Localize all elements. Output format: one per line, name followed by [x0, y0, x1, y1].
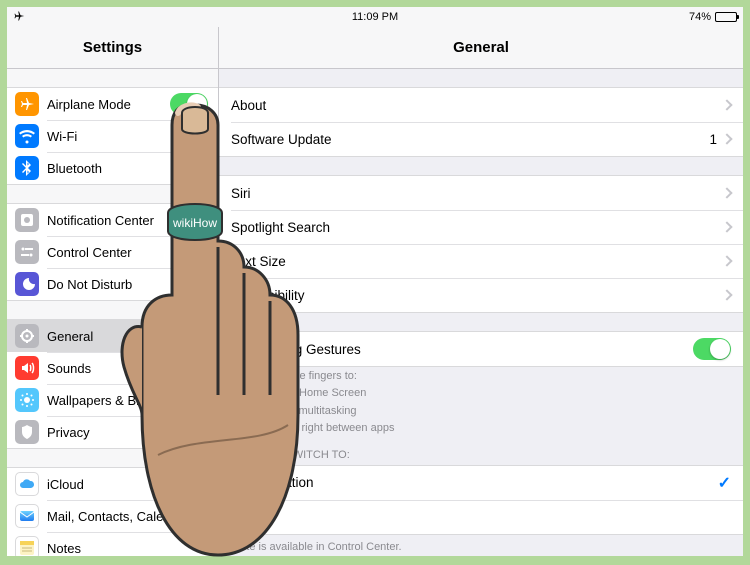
detail-row-accessibility[interactable]: Accessibility	[219, 278, 743, 312]
sidebar-item-bluetooth[interactable]: Bluetooth	[7, 152, 218, 184]
badge: 1	[185, 327, 204, 345]
sidebar-item-airplane-mode[interactable]: Airplane Mode	[7, 88, 218, 120]
detail-row-siri[interactable]: Siri	[219, 176, 743, 210]
sidebar-item-label: Airplane Mode	[47, 97, 170, 112]
battery-icon	[715, 12, 737, 22]
notification-icon	[15, 208, 39, 232]
detail-pane: General About Software Update1 Siri Spotlig…	[219, 27, 743, 556]
detail-row-label: Mute	[231, 509, 731, 524]
chevron-right-icon	[721, 221, 732, 232]
wallpaper-icon	[15, 388, 39, 412]
detail-row-about[interactable]: About	[219, 88, 743, 122]
device-frame: 11:09 PM 74% Settings Airplane Mode Wi-Fi…	[7, 7, 743, 556]
mail-icon	[15, 504, 39, 528]
detail-row-label: About	[231, 98, 717, 113]
airplane-icon	[15, 92, 39, 116]
section-desc: • Pinch to the Home Screen	[219, 384, 743, 401]
sidebar-item-do-not-disturb[interactable]: Do Not Disturb	[7, 268, 218, 300]
detail-row-multitasking-gestures[interactable]: Multitasking Gestures	[219, 332, 743, 366]
detail-row-label: Text Size	[231, 254, 717, 269]
sidebar-item-label: Wallpapers & Brightness	[47, 393, 208, 408]
sidebar-item-label: Notification Center	[47, 213, 208, 228]
detail-row-mute[interactable]: Mute	[219, 500, 743, 534]
control-icon	[15, 240, 39, 264]
sidebar-item-general[interactable]: General1	[7, 320, 218, 352]
sounds-icon	[15, 356, 39, 380]
detail-row-software-update[interactable]: Software Update1	[219, 122, 743, 156]
sidebar-item-label: General	[47, 329, 185, 344]
sidebar-item-sounds[interactable]: Sounds	[7, 352, 218, 384]
badge: 1	[709, 132, 717, 147]
section-footer: Mute is available in Control Center.	[219, 535, 743, 553]
chevron-right-icon	[721, 255, 732, 266]
chevron-right-icon	[721, 187, 732, 198]
chevron-right-icon	[721, 289, 732, 300]
detail-title: General	[219, 27, 743, 69]
sidebar-item-wi-fi[interactable]: Wi-Fi	[7, 120, 218, 152]
sidebar-item-label: Mail, Contacts, Calendars	[47, 509, 208, 524]
icloud-icon	[15, 472, 39, 496]
sidebar-item-label: Control Center	[47, 245, 208, 260]
sidebar-item-control-center[interactable]: Control Center	[7, 236, 218, 268]
sidebar-list[interactable]: Airplane Mode Wi-Fi Bluetooth Notification …	[7, 69, 218, 556]
privacy-icon	[15, 420, 39, 444]
detail-row-label: Multitasking Gestures	[231, 342, 693, 357]
sidebar-item-label: Bluetooth	[47, 161, 208, 176]
sidebar-item-label: Sounds	[47, 361, 208, 376]
sidebar-item-icloud[interactable]: iCloud	[7, 468, 218, 500]
general-icon	[15, 324, 39, 348]
detail-row-label: Software Update	[231, 132, 709, 147]
settings-sidebar: Settings Airplane Mode Wi-Fi Bluetooth Noti…	[7, 27, 219, 556]
sidebar-item-label: Notes	[47, 541, 208, 556]
section-desc: Use four or five fingers to:	[219, 367, 743, 384]
detail-list[interactable]: About Software Update1 Siri Spotlight Searc…	[219, 69, 743, 556]
sidebar-item-label: Wi-Fi	[47, 129, 208, 144]
sidebar-item-mail-contacts-calendars[interactable]: Mail, Contacts, Calendars	[7, 500, 218, 532]
notes-icon	[15, 536, 39, 556]
sidebar-item-wallpapers-brightness[interactable]: Wallpapers & Brightness	[7, 384, 218, 416]
sidebar-item-privacy[interactable]: Privacy	[7, 416, 218, 448]
wifi-icon	[15, 124, 39, 148]
detail-row-label: Accessibility	[231, 288, 717, 303]
detail-row-text-size[interactable]: Text Size	[219, 244, 743, 278]
toggle-airplane-mode[interactable]	[170, 93, 208, 115]
detail-row-label: Siri	[231, 186, 717, 201]
chevron-right-icon	[721, 99, 732, 110]
chevron-right-icon	[721, 133, 732, 144]
sidebar-item-label: iCloud	[47, 477, 208, 492]
dnd-icon	[15, 272, 39, 296]
section-desc: • Swipe up to multitasking	[219, 402, 743, 419]
section-header: USE SIDE SWITCH TO:	[219, 437, 743, 465]
sidebar-item-notes[interactable]: Notes	[7, 532, 218, 556]
detail-row-spotlight-search[interactable]: Spotlight Search	[219, 210, 743, 244]
status-time: 11:09 PM	[7, 11, 743, 23]
bluetooth-icon	[15, 156, 39, 180]
sidebar-item-label: Privacy	[47, 425, 208, 440]
sidebar-item-label: Do Not Disturb	[47, 277, 208, 292]
toggle-multitasking-gestures[interactable]	[693, 338, 731, 360]
check-icon: ✓	[718, 473, 731, 493]
detail-row-label: Lock Rotation	[231, 475, 718, 490]
detail-row-label: Spotlight Search	[231, 220, 717, 235]
sidebar-title: Settings	[7, 27, 218, 69]
sidebar-item-notification-center[interactable]: Notification Center	[7, 204, 218, 236]
status-bar: 11:09 PM 74%	[7, 7, 743, 27]
section-desc: • Swipe left or right between apps	[219, 419, 743, 436]
detail-row-lock-rotation[interactable]: Lock Rotation✓	[219, 466, 743, 500]
